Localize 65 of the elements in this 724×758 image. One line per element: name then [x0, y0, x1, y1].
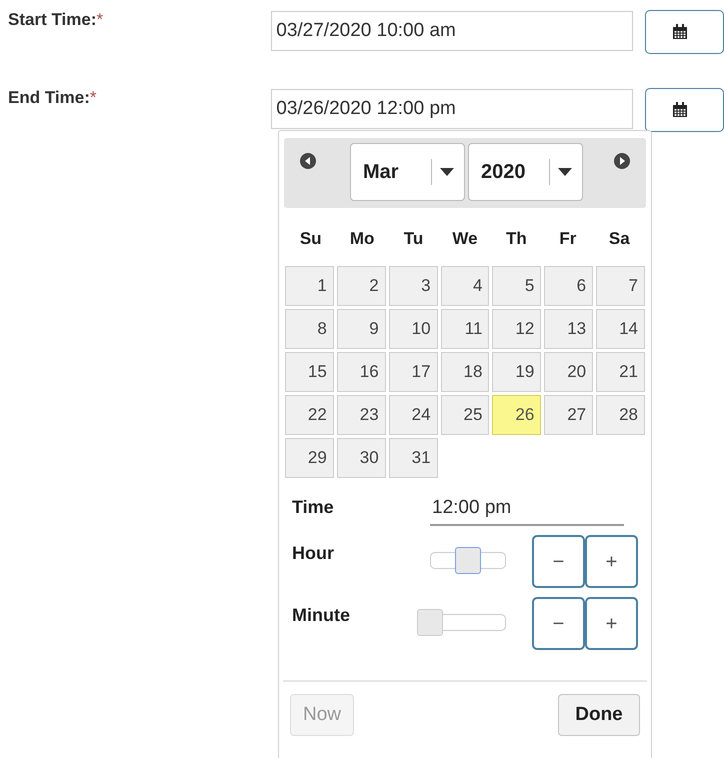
calendar-button[interactable]	[644, 10, 724, 54]
day-cell[interactable]: 14	[596, 308, 645, 348]
day-cell[interactable]: 31	[388, 438, 438, 478]
day-cell[interactable]: 30	[336, 438, 386, 478]
footer-button[interactable]: Done	[558, 694, 640, 736]
slider-label: Hour	[292, 542, 335, 565]
day-cell[interactable]: 21	[596, 352, 645, 392]
field-label: End Time:	[8, 88, 90, 108]
increment-button[interactable]: +	[585, 535, 638, 588]
day-cell[interactable]: 10	[388, 308, 438, 348]
weekday-label: Fr	[558, 228, 578, 250]
day-cell[interactable]: 12	[492, 308, 542, 348]
time-label: Time	[292, 496, 335, 518]
day-cell[interactable]: 1	[285, 266, 334, 306]
day-cell[interactable]: 20	[544, 352, 594, 392]
day-cell[interactable]: 15	[285, 352, 334, 392]
weekday-label: Su	[298, 228, 323, 250]
day-cell[interactable]: 5	[492, 266, 542, 306]
field-label: Start Time:	[8, 10, 96, 30]
required-mark: *	[96, 10, 104, 30]
day-cell[interactable]: 19	[492, 352, 542, 392]
year-dropdown[interactable]: 2020	[468, 143, 583, 201]
slider-label: Minute	[292, 604, 351, 627]
day-cell[interactable]: 9	[336, 308, 386, 348]
day-cell[interactable]: 24	[388, 394, 438, 434]
day-cell[interactable]: 3	[388, 266, 438, 306]
weekday-label: Mo	[348, 228, 376, 250]
weekday-label: We	[451, 228, 479, 250]
weekday-label: Tu	[402, 228, 424, 250]
day-cell[interactable]: 4	[440, 266, 490, 306]
weekday-label: Sa	[608, 228, 631, 250]
decrement-button[interactable]: −	[532, 535, 585, 588]
day-cell[interactable]: 22	[285, 394, 334, 434]
increment-button[interactable]: +	[585, 597, 638, 650]
day-cell[interactable]: 25	[440, 394, 490, 434]
previous-month-icon	[300, 153, 316, 169]
day-cell[interactable]: 28	[596, 394, 645, 434]
calendar-icon	[672, 24, 688, 40]
required-mark: *	[90, 88, 96, 108]
next-month-icon	[614, 153, 630, 169]
day-cell[interactable]: 11	[440, 308, 490, 348]
caret-icon	[440, 168, 454, 176]
day-cell[interactable]: 7	[596, 266, 645, 306]
date-time-field[interactable]: 03/27/2020 10:00 am	[271, 11, 633, 51]
time-value: 12:00 pm	[430, 494, 624, 526]
day-cell[interactable]: 2	[336, 266, 386, 306]
day-cell[interactable]: 27	[544, 394, 594, 434]
weekday-label: Th	[505, 228, 528, 250]
month-dropdown[interactable]: Mar	[350, 143, 465, 201]
slider-thumb[interactable]	[454, 546, 481, 574]
slider-thumb[interactable]	[416, 608, 443, 636]
day-cell[interactable]: 17	[388, 352, 438, 392]
decrement-button[interactable]: −	[532, 597, 585, 650]
calendar-button[interactable]	[644, 88, 724, 132]
day-cell[interactable]: 18	[440, 352, 490, 392]
day-cell[interactable]: 13	[544, 308, 594, 348]
day-cell[interactable]: 26	[492, 394, 542, 434]
day-cell[interactable]: 16	[336, 352, 386, 392]
calendar-icon	[672, 102, 688, 118]
day-cell[interactable]: 8	[285, 308, 334, 348]
caret-icon	[558, 168, 572, 176]
day-cell[interactable]: 23	[336, 394, 386, 434]
day-cell[interactable]: 29	[285, 438, 334, 478]
date-time-field[interactable]: 03/26/2020 12:00 pm	[271, 89, 633, 129]
day-cell[interactable]: 6	[544, 266, 594, 306]
